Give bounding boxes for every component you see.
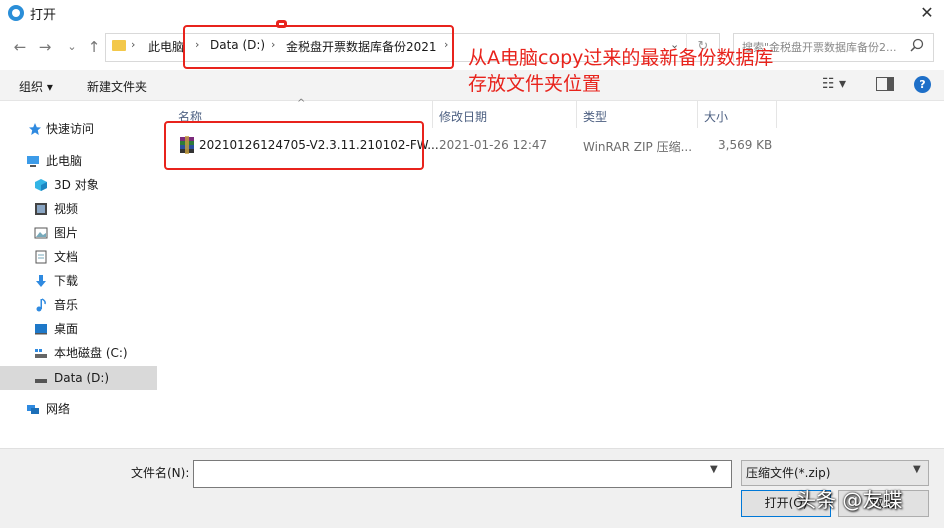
app-icon xyxy=(8,5,24,21)
forward-button[interactable]: → xyxy=(35,37,55,57)
sidebar-item-label: 3D 对象 xyxy=(54,178,99,192)
sidebar-item-label: 网络 xyxy=(46,402,71,416)
picture-icon xyxy=(34,227,48,239)
window-title: 打开 xyxy=(30,8,57,23)
breadcrumb-this-pc[interactable]: 此电脑 xyxy=(148,38,184,55)
sidebar-item-label: 视频 xyxy=(54,202,79,216)
sidebar-item-label: 桌面 xyxy=(54,322,79,336)
star-icon xyxy=(29,123,41,135)
annotation-line-2: 存放文件夹位置 xyxy=(468,73,602,95)
sort-arrow-icon: ^ xyxy=(297,98,306,109)
column-divider[interactable] xyxy=(432,101,433,128)
download-icon xyxy=(36,275,46,287)
desktop-icon xyxy=(35,324,47,335)
annotation-box-address xyxy=(183,25,454,69)
watermark: 头条 @友蝶 xyxy=(796,488,903,512)
network-icon xyxy=(27,405,39,414)
column-header-size[interactable]: 大小 xyxy=(704,108,728,125)
annotation-line-1: 从A电脑copy过来的最新备份数据库 xyxy=(468,47,774,69)
drive-icon xyxy=(35,349,47,358)
file-size: 3,569 KB xyxy=(718,138,773,152)
annotation-text: 从A电脑copy过来的最新备份数据库 存放文件夹位置 xyxy=(468,45,828,97)
document-icon xyxy=(35,250,47,264)
title-bar xyxy=(0,0,944,26)
folder-icon xyxy=(112,40,126,51)
sidebar-item-label: Data (D:) xyxy=(54,371,110,385)
sidebar-item-label: 下载 xyxy=(54,274,79,288)
up-button[interactable]: ↑ xyxy=(84,37,104,57)
sidebar-item-label: 图片 xyxy=(54,226,79,240)
filename-dropdown-icon[interactable]: ▼ xyxy=(710,464,718,475)
cube-icon xyxy=(35,179,47,191)
computer-icon xyxy=(27,156,39,167)
filetype-value: 压缩文件(*.zip) xyxy=(746,466,831,480)
sidebar-item-label: 快速访问 xyxy=(46,122,95,136)
breadcrumb-separator: › xyxy=(131,38,136,51)
file-date: 2021-01-26 12:47 xyxy=(439,138,548,152)
new-folder-button[interactable]: 新建文件夹 xyxy=(87,78,147,95)
sidebar-item-label: 音乐 xyxy=(54,298,79,312)
annotation-marker xyxy=(276,20,287,28)
column-divider[interactable] xyxy=(576,101,577,128)
recent-locations-button[interactable]: ⌄ xyxy=(62,37,82,57)
help-button[interactable]: ? xyxy=(914,76,931,93)
filename-input[interactable] xyxy=(193,460,732,488)
sidebar-item-label: 此电脑 xyxy=(46,154,83,168)
annotation-box-file xyxy=(164,121,424,170)
video-icon xyxy=(35,203,47,215)
filename-label: 文件名(N): xyxy=(131,466,190,480)
close-button[interactable]: ✕ xyxy=(910,0,944,26)
sidebar-item-label: 文档 xyxy=(54,250,79,264)
column-header-type[interactable]: 类型 xyxy=(583,108,607,125)
file-type: WinRAR ZIP 压缩... xyxy=(583,140,693,154)
column-divider[interactable] xyxy=(697,101,698,128)
drive-icon xyxy=(35,379,47,383)
column-divider[interactable] xyxy=(776,101,777,128)
column-header-date[interactable]: 修改日期 xyxy=(439,108,487,125)
sidebar-item-label: 本地磁盘 (C:) xyxy=(54,346,128,360)
search-icon[interactable] xyxy=(910,38,924,52)
filetype-dropdown-icon[interactable]: ▼ xyxy=(913,464,921,475)
organize-button[interactable]: 组织 ▾ xyxy=(19,78,53,95)
music-icon xyxy=(36,298,46,312)
back-button[interactable]: ← xyxy=(10,37,30,57)
preview-pane-icon[interactable] xyxy=(876,77,894,91)
